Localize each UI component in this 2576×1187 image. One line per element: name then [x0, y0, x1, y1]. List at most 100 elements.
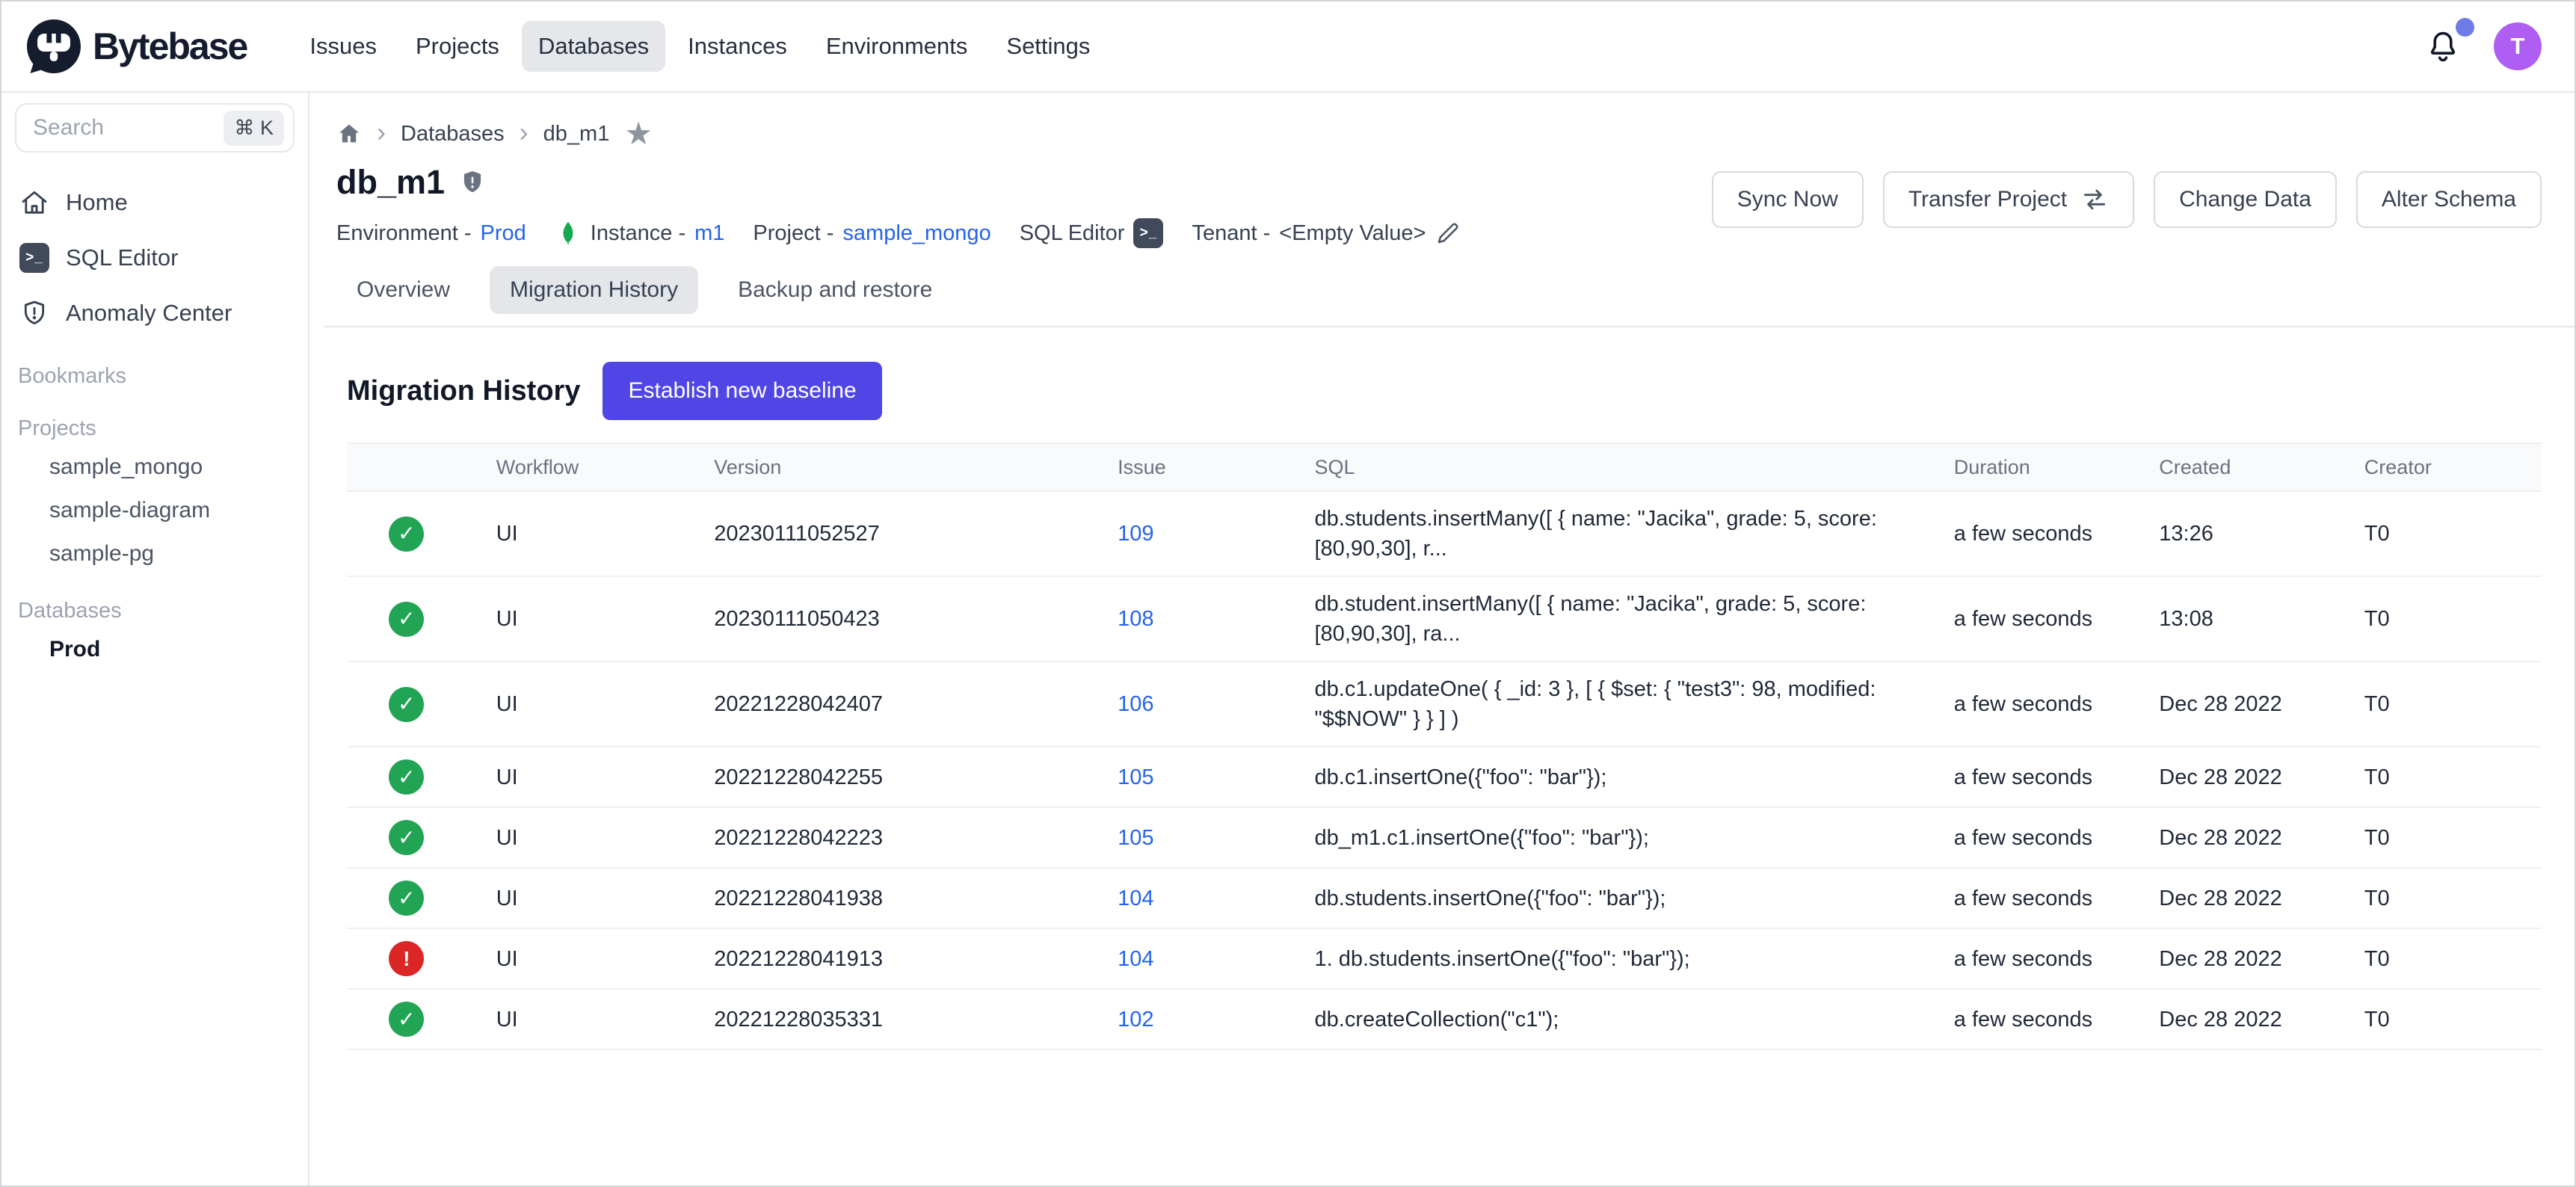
- tab-overview[interactable]: Overview: [336, 266, 470, 314]
- sidebar-project-sample-mongo[interactable]: sample_mongo: [1, 445, 308, 489]
- sidebar: ⌘ K Home >_ SQL Editor Anomaly Center Bo…: [1, 93, 309, 1186]
- top-bar: Bytebase Issues Projects Databases Insta…: [1, 1, 2575, 93]
- table-row[interactable]: UI 20221228035331 102 db.createCollectio…: [347, 989, 2542, 1049]
- database-tabs: Overview Migration History Backup and re…: [324, 266, 2575, 327]
- workflow-cell: UI: [466, 928, 685, 989]
- project-link[interactable]: sample_mongo: [842, 221, 990, 246]
- breadcrumb-db-m1[interactable]: db_m1: [543, 122, 610, 147]
- transfer-arrows-icon: [2080, 185, 2109, 214]
- duration-cell: a few seconds: [1924, 868, 2130, 928]
- creator-cell: T0: [2335, 807, 2542, 868]
- version-cell: 20221228041938: [684, 868, 1088, 928]
- issue-link[interactable]: 105: [1118, 826, 1153, 850]
- status-icon: [389, 820, 424, 855]
- sidebar-item-label: Anomaly Center: [66, 300, 232, 327]
- duration-cell: a few seconds: [1924, 807, 2130, 868]
- col-status: [347, 443, 466, 491]
- avatar[interactable]: T: [2494, 22, 2542, 70]
- workflow-cell: UI: [466, 868, 685, 928]
- version-cell: 20221228042255: [684, 747, 1088, 807]
- col-created: Created: [2129, 443, 2335, 491]
- home-icon: [19, 188, 49, 218]
- col-workflow: Workflow: [466, 443, 685, 491]
- sidebar-database-prod[interactable]: Prod: [1, 628, 308, 671]
- meta-sql-editor[interactable]: SQL Editor >_: [1020, 218, 1164, 248]
- favorite-star-icon[interactable]: ★: [624, 118, 653, 149]
- version-cell: 20230111052527: [684, 491, 1088, 576]
- sidebar-project-sample-diagram[interactable]: sample-diagram: [1, 489, 308, 532]
- issue-link[interactable]: 108: [1118, 607, 1153, 631]
- nav-instances[interactable]: Instances: [671, 21, 804, 72]
- edit-pencil-icon[interactable]: [1435, 220, 1461, 247]
- terminal-icon: >_: [1133, 218, 1163, 248]
- issue-link[interactable]: 102: [1118, 1008, 1153, 1032]
- sidebar-item-anomaly-center[interactable]: Anomaly Center: [1, 286, 308, 341]
- search-shortcut: ⌘ K: [224, 111, 284, 146]
- table-row[interactable]: UI 20221228041913 104 1. db.students.ins…: [347, 928, 2542, 989]
- issue-link[interactable]: 109: [1118, 522, 1153, 546]
- sidebar-project-sample-pg[interactable]: sample-pg: [1, 532, 308, 576]
- table-row[interactable]: UI 20221228042223 105 db_m1.c1.insertOne…: [347, 807, 2542, 868]
- creator-cell: T0: [2335, 491, 2542, 576]
- table-row[interactable]: UI 20221228042407 106 db.c1.updateOne( {…: [347, 662, 2542, 747]
- duration-cell: a few seconds: [1924, 747, 2130, 807]
- tab-migration-history[interactable]: Migration History: [490, 266, 698, 314]
- alter-schema-button[interactable]: Alter Schema: [2356, 171, 2542, 228]
- creator-cell: T0: [2335, 868, 2542, 928]
- search-input[interactable]: [33, 115, 224, 141]
- meta-tenant: Tenant - <Empty Value>: [1192, 220, 1461, 247]
- top-nav: Issues Projects Databases Instances Envi…: [293, 21, 1106, 72]
- version-cell: 20221228042223: [684, 807, 1088, 868]
- bytebase-logo-icon: [24, 16, 84, 76]
- col-creator: Creator: [2335, 443, 2542, 491]
- sidebar-item-label: SQL Editor: [66, 244, 178, 271]
- issue-link[interactable]: 104: [1118, 887, 1153, 910]
- sql-cell: db_m1.c1.insertOne({"foo": "bar"});: [1285, 807, 1924, 868]
- sql-cell: 1. db.students.insertOne({"foo": "bar"})…: [1285, 928, 1924, 989]
- breadcrumb-separator: ›: [520, 117, 529, 151]
- nav-issues[interactable]: Issues: [293, 21, 393, 72]
- tab-backup-and-restore[interactable]: Backup and restore: [718, 266, 952, 314]
- status-icon: [389, 759, 424, 795]
- notification-bell-icon[interactable]: [2425, 27, 2461, 66]
- action-buttons: Sync Now Transfer Project Change Data Al…: [1712, 171, 2542, 228]
- environment-link[interactable]: Prod: [481, 221, 526, 246]
- transfer-project-button[interactable]: Transfer Project: [1883, 171, 2134, 228]
- table-row[interactable]: UI 20221228042255 105 db.c1.insertOne({"…: [347, 747, 2542, 807]
- home-breadcrumb-icon[interactable]: [336, 121, 362, 147]
- issue-link[interactable]: 105: [1118, 765, 1153, 789]
- col-sql: SQL: [1285, 443, 1924, 491]
- sync-now-button[interactable]: Sync Now: [1712, 171, 1864, 228]
- change-data-button[interactable]: Change Data: [2154, 171, 2337, 228]
- nav-settings[interactable]: Settings: [990, 21, 1106, 72]
- establish-new-baseline-button[interactable]: Establish new baseline: [603, 362, 881, 420]
- sql-cell: db.student.insertMany([ { name: "Jacika"…: [1285, 576, 1924, 662]
- creator-cell: T0: [2335, 662, 2542, 747]
- shield-badge-icon: [458, 167, 487, 198]
- breadcrumb-databases[interactable]: Databases: [401, 122, 505, 147]
- breadcrumb-separator: ›: [377, 117, 386, 151]
- nav-databases[interactable]: Databases: [522, 21, 665, 72]
- section-databases: Databases: [18, 594, 308, 628]
- search-box[interactable]: ⌘ K: [15, 103, 295, 152]
- bytebase-logo[interactable]: Bytebase: [24, 16, 247, 76]
- sidebar-item-home[interactable]: Home: [1, 175, 308, 230]
- nav-environments[interactable]: Environments: [810, 21, 985, 72]
- workflow-cell: UI: [466, 491, 685, 576]
- table-row[interactable]: UI 20230111050423 108 db.student.insertM…: [347, 576, 2542, 662]
- created-cell: 13:26: [2129, 491, 2335, 576]
- instance-link[interactable]: m1: [694, 221, 724, 246]
- issue-link[interactable]: 104: [1118, 947, 1153, 971]
- version-cell: 20221228042407: [684, 662, 1088, 747]
- nav-projects[interactable]: Projects: [399, 21, 516, 72]
- created-cell: Dec 28 2022: [2129, 868, 2335, 928]
- creator-cell: T0: [2335, 747, 2542, 807]
- table-row[interactable]: UI 20221228041938 104 db.students.insert…: [347, 868, 2542, 928]
- sql-cell: db.students.insertMany([ { name: "Jacika…: [1285, 491, 1924, 576]
- workflow-cell: UI: [466, 747, 685, 807]
- created-cell: Dec 28 2022: [2129, 989, 2335, 1049]
- table-row[interactable]: UI 20230111052527 109 db.students.insert…: [347, 491, 2542, 576]
- sidebar-item-sql-editor[interactable]: >_ SQL Editor: [1, 230, 308, 286]
- col-issue: Issue: [1088, 443, 1284, 491]
- issue-link[interactable]: 106: [1118, 692, 1153, 716]
